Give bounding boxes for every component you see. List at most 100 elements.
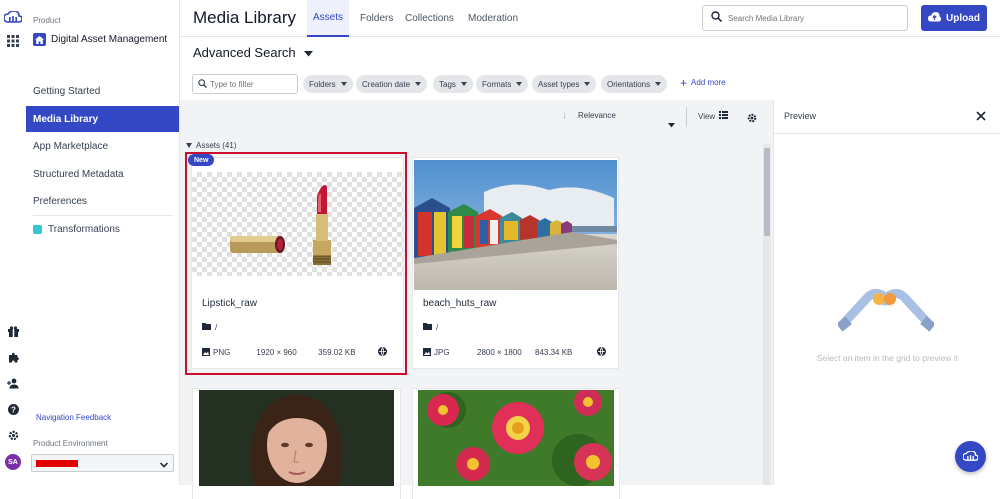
filter-chip-folders[interactable]: Folders (303, 75, 353, 93)
apps-grid-icon[interactable] (6, 34, 20, 48)
product-switcher[interactable]: Digital Asset Management (33, 33, 167, 46)
nav-item-preferences[interactable]: Preferences (26, 188, 179, 214)
advanced-search-label: Advanced Search (193, 45, 296, 60)
upload-label: Upload (946, 12, 980, 24)
preview-panel: Preview Select an item in the grid to pr… (773, 100, 1000, 485)
filter-box[interactable] (192, 74, 298, 94)
search-input[interactable] (728, 13, 898, 23)
help-icon[interactable]: ? (6, 402, 20, 416)
nav-label: Transformations (48, 223, 120, 235)
product-sidebar: Product Digital Asset Management Getting… (26, 0, 180, 485)
filter-chip-orientations[interactable]: Orientations (601, 75, 668, 93)
asset-folder[interactable]: / (423, 323, 438, 332)
sort-select[interactable]: Relevance (578, 111, 616, 120)
folder-icon (423, 323, 432, 332)
globe-icon[interactable] (378, 347, 387, 358)
asset-name: beach_huts_raw (423, 298, 497, 309)
asset-size: 359.02 KB (318, 348, 356, 357)
user-avatar[interactable]: SA (5, 454, 21, 470)
assets-section-toggle[interactable]: Assets (41) (186, 141, 236, 150)
cloud-logo-icon[interactable] (4, 10, 22, 24)
chip-label: Tags (439, 79, 456, 89)
redacted-environment-name (36, 460, 78, 467)
navigation-feedback-link[interactable]: Navigation Feedback (36, 413, 111, 422)
nav-item-getting-started[interactable]: Getting Started (26, 78, 179, 104)
folder-icon (202, 323, 211, 332)
new-badge: New (188, 154, 215, 166)
puzzle-icon[interactable] (6, 350, 20, 364)
filter-chip-asset-types[interactable]: Asset types (532, 75, 597, 93)
asset-card-beach-huts[interactable]: beach_huts_raw / JPG 2800 × 1800 843.34 … (413, 158, 618, 368)
gift-icon[interactable] (6, 324, 20, 338)
preview-placeholder-illustration-icon (836, 275, 936, 338)
page-title: Media Library (193, 8, 296, 27)
svg-text:?: ? (11, 405, 16, 414)
nav-item-app-marketplace[interactable]: App Marketplace (26, 133, 179, 159)
asset-thumbnail-lipstick[interactable] (192, 172, 403, 276)
asset-card-portrait[interactable] (193, 389, 400, 499)
cloud-logo-icon (962, 448, 979, 466)
caret-down-icon (584, 82, 591, 86)
tab-collections[interactable]: Collections (399, 0, 460, 37)
grid-settings-icon[interactable] (747, 110, 757, 128)
icon-rail: ? SA (0, 0, 26, 485)
nav-item-structured-metadata[interactable]: Structured Metadata (26, 161, 179, 187)
image-icon (423, 347, 431, 358)
caret-down-icon (516, 82, 523, 86)
tab-moderation[interactable]: Moderation (462, 0, 524, 37)
chip-label: Folders (309, 79, 336, 89)
nav-label: Structured Metadata (33, 168, 124, 180)
caret-down-icon[interactable] (668, 115, 675, 133)
collapse-triangle-icon (186, 143, 192, 148)
chip-label: Asset types (538, 79, 580, 89)
view-mode-button[interactable]: View (698, 111, 729, 121)
transformations-icon (33, 224, 42, 234)
sort-direction-icon[interactable]: ↓ (562, 110, 567, 121)
settings-icon[interactable] (6, 428, 20, 442)
nav-label: Media Library (33, 113, 99, 125)
asset-format: JPG (434, 348, 450, 357)
globe-icon[interactable] (597, 347, 606, 358)
scrollbar-thumb[interactable] (764, 148, 770, 236)
asset-thumbnail-flowers[interactable] (418, 390, 614, 486)
close-icon[interactable] (974, 109, 988, 128)
caret-down-icon (340, 82, 347, 86)
asset-thumbnail-portrait[interactable] (199, 390, 394, 486)
asset-thumbnail-beach-huts[interactable] (414, 160, 617, 290)
assets-count-label: Assets (41) (196, 141, 237, 150)
asset-grid: ↓ Relevance View Assets (41) New Lipstic… (180, 100, 773, 499)
asset-card-flowers[interactable] (413, 389, 619, 499)
caret-down-icon (460, 82, 467, 86)
search-box[interactable] (702, 5, 908, 31)
nav-label: App Marketplace (33, 140, 109, 152)
filter-chip-formats[interactable]: Formats (476, 75, 529, 93)
preview-title: Preview (784, 111, 817, 121)
product-environment-select[interactable] (31, 454, 174, 472)
filter-input[interactable] (210, 79, 295, 89)
nav-item-transformations[interactable]: Transformations (26, 216, 179, 242)
filter-chip-creation-date[interactable]: Creation date (356, 75, 428, 93)
nav-item-media-library[interactable]: Media Library (26, 106, 179, 132)
product-name: Digital Asset Management (51, 34, 168, 45)
chip-label: Orientations (607, 79, 651, 89)
preview-header: Preview (774, 100, 1000, 134)
add-user-icon[interactable] (6, 376, 20, 390)
add-more-label: Add more (691, 78, 726, 87)
asset-meta: PNG 1920 × 960 359.02 KB (202, 347, 387, 358)
asset-folder[interactable]: / (202, 323, 217, 332)
folder-path: / (215, 323, 218, 332)
asset-dimensions: 1920 × 960 (256, 348, 297, 357)
asset-card-lipstick[interactable]: Lipstick_raw / PNG 1920 × 960 359.02 KB (192, 158, 403, 368)
product-home-icon (33, 33, 46, 46)
tab-assets[interactable]: Assets (307, 0, 350, 37)
grid-scrollbar[interactable] (763, 144, 771, 485)
tab-folders[interactable]: Folders (354, 0, 399, 37)
advanced-search-toggle[interactable]: Advanced Search (193, 45, 313, 60)
filter-chip-tags[interactable]: Tags (433, 75, 473, 93)
caret-down-icon (655, 82, 662, 86)
grid-toolbar: ↓ Relevance View (180, 100, 773, 133)
help-chat-button[interactable] (955, 441, 986, 472)
asset-size: 843.34 KB (535, 348, 573, 357)
upload-button[interactable]: Upload (921, 5, 987, 31)
add-more-filters-button[interactable]: + Add more (680, 77, 726, 89)
